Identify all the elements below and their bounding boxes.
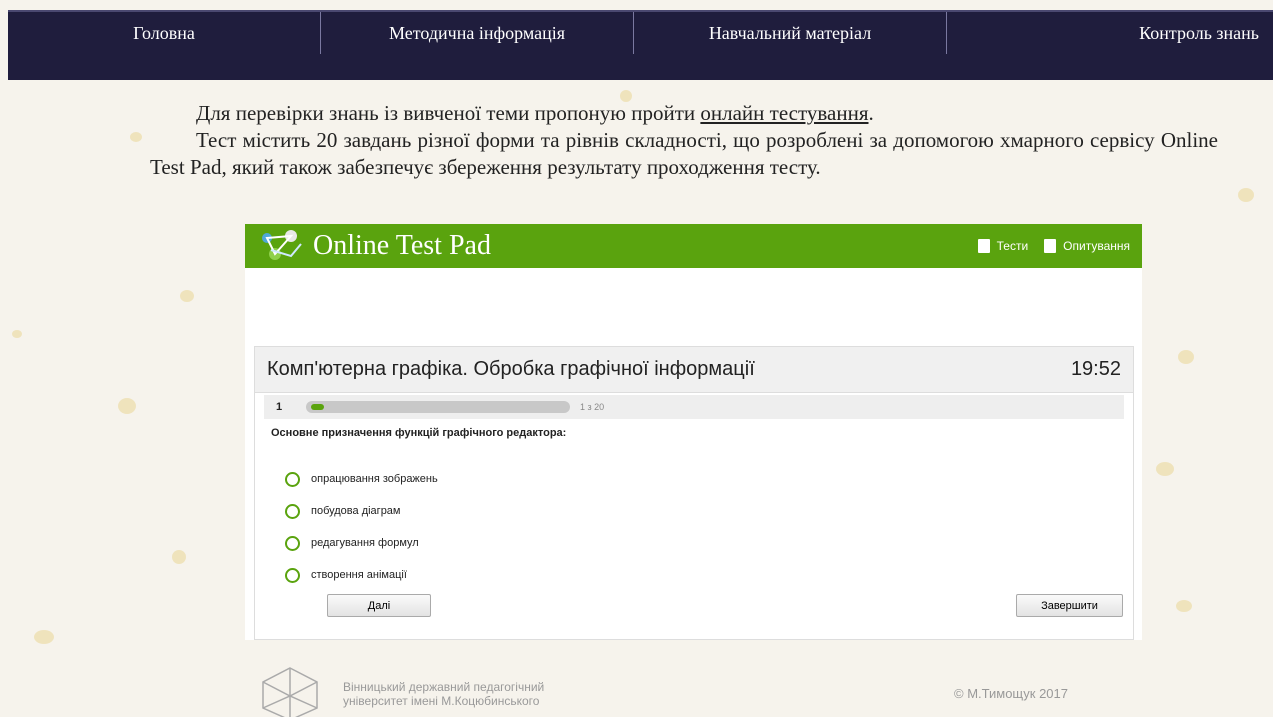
nav-item-study-material[interactable]: Навчальний матеріал <box>634 12 947 54</box>
nav-item-methodical-info[interactable]: Методична інформація <box>321 12 634 54</box>
otp-menu-polls-label: Опитування <box>1063 239 1130 253</box>
radio-button[interactable] <box>285 567 300 583</box>
answer-label: редагування формул <box>311 537 419 549</box>
answer-option[interactable]: редагування формул <box>285 527 438 559</box>
question-text: Основне призначення функцій графічного р… <box>271 427 567 439</box>
online-test-link[interactable]: онлайн тестування <box>700 101 868 125</box>
background-dot <box>34 630 54 644</box>
otp-logo-icon <box>262 230 302 260</box>
background-dot <box>1238 188 1254 202</box>
progress-bar-fill <box>311 404 324 410</box>
intro-paragraph-1: Для перевірки знань із вивченої теми про… <box>150 100 1218 127</box>
document-icon <box>977 239 990 253</box>
online-test-pad-frame: Online Test Pad Тести Опитування Комп'ют… <box>245 224 1142 640</box>
finish-button[interactable]: Завершити <box>1016 594 1123 617</box>
university-name: Вінницький державний педагогічний універ… <box>343 680 544 708</box>
test-header: Комп'ютерна графіка. Обробка графічної і… <box>255 347 1133 393</box>
progress-bar <box>306 401 570 413</box>
university-name-line-2: університет імені М.Коцюбинського <box>343 694 540 708</box>
university-name-line-1: Вінницький державний педагогічний <box>343 680 545 694</box>
top-navigation: Головна Методична інформація Навчальний … <box>8 10 1273 54</box>
progress-row: 1 1 з 20 <box>264 395 1124 419</box>
background-dot <box>1156 462 1174 476</box>
otp-menu: Тести Опитування <box>977 239 1130 253</box>
otp-menu-polls[interactable]: Опитування <box>1044 239 1130 253</box>
answer-label: побудова діаграм <box>311 505 401 517</box>
intro-paragraph-2: Тест містить 20 завдань різної форми та … <box>150 128 1218 179</box>
progress-count: 1 з 20 <box>580 402 605 412</box>
nav-item-knowledge-control[interactable]: Контроль знань <box>947 12 1273 54</box>
background-dot <box>118 398 136 414</box>
test-panel: Комп'ютерна графіка. Обробка графічної і… <box>254 346 1134 640</box>
question-number: 1 <box>275 401 283 413</box>
radio-button[interactable] <box>285 471 300 487</box>
answer-label: створення анімації <box>311 569 407 581</box>
radio-button[interactable] <box>285 535 300 551</box>
background-dot <box>180 290 194 302</box>
answer-option[interactable]: опрацювання зображень <box>285 463 438 495</box>
footer: Вінницький державний педагогічний універ… <box>0 658 1273 717</box>
nav-underbar <box>8 54 1273 80</box>
test-timer: 19:52 <box>1070 358 1121 380</box>
test-title: Комп'ютерна графіка. Обробка графічної і… <box>267 358 755 380</box>
otp-header: Online Test Pad Тести Опитування <box>245 224 1142 268</box>
background-dot <box>1176 600 1192 612</box>
intro-text-after-link: . <box>868 101 874 125</box>
answer-label: опрацювання зображень <box>311 473 438 485</box>
nav-item-home[interactable]: Головна <box>8 12 321 54</box>
poll-icon <box>1044 239 1057 253</box>
university-logo-icon <box>262 667 318 717</box>
otp-menu-tests-label: Тести <box>996 239 1029 253</box>
next-button[interactable]: Далі <box>327 594 431 617</box>
intro-text-before-link: Для перевірки знань із вивченої теми про… <box>196 101 701 125</box>
background-dot <box>172 550 186 564</box>
background-dot <box>130 132 142 142</box>
copyright: © М.Тимощук 2017 <box>954 686 1068 701</box>
otp-title: Online Test Pad <box>313 230 491 261</box>
answer-option[interactable]: створення анімації <box>285 559 438 591</box>
answer-list: опрацювання зображень побудова діаграм р… <box>285 463 438 591</box>
otp-logo[interactable]: Online Test Pad <box>257 228 491 264</box>
background-dot <box>12 330 22 338</box>
otp-menu-tests[interactable]: Тести <box>977 239 1029 253</box>
intro-text: Для перевірки знань із вивченої теми про… <box>150 100 1218 181</box>
background-dot <box>1178 350 1194 364</box>
answer-option[interactable]: побудова діаграм <box>285 495 438 527</box>
radio-button[interactable] <box>285 503 300 519</box>
